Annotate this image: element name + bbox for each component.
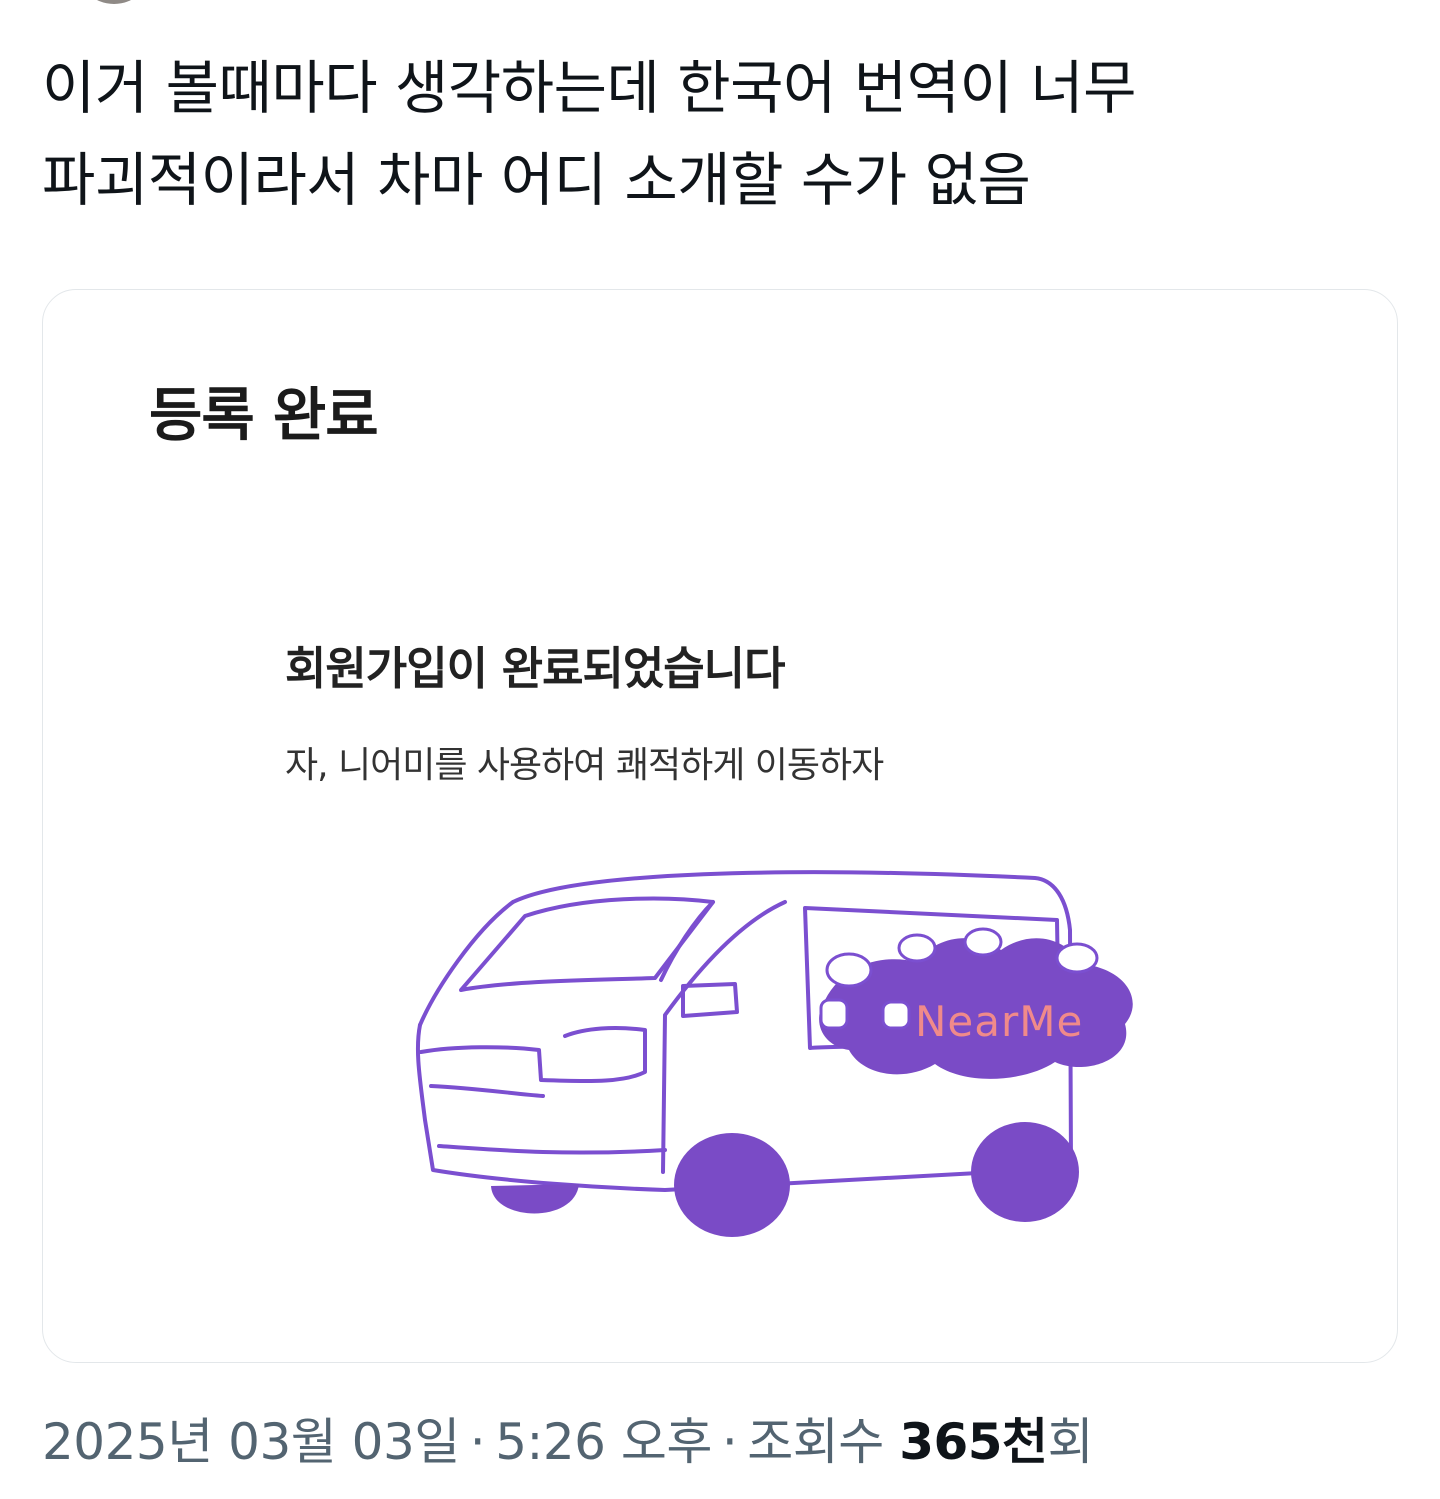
back-wheel bbox=[971, 1122, 1079, 1222]
registration-title: 등록 완료 bbox=[149, 381, 379, 449]
front-wheel bbox=[491, 1184, 579, 1214]
rear-wheel bbox=[674, 1133, 790, 1237]
signup-complete-heading: 회원가입이 완료되었습니다 bbox=[285, 642, 785, 695]
meta-separator: · bbox=[721, 1413, 738, 1471]
meta-separator: · bbox=[469, 1413, 486, 1471]
tweet-text: 이거 볼때마다 생각하는데 한국어 번역이 너무 파괴적이라서 차마 어디 소개… bbox=[42, 42, 1382, 226]
nearme-van-illustration: NearMe bbox=[415, 870, 1133, 1237]
post-time[interactable]: 5:26 오후 bbox=[495, 1413, 712, 1471]
character-hand bbox=[819, 998, 849, 1030]
tweet-text-line: 파괴적이라서 차마 어디 소개할 수가 없음 bbox=[42, 146, 1031, 214]
nearme-logo-text: NearMe bbox=[915, 997, 1083, 1046]
signup-complete-subtext: 자, 니어미를 사용하여 쾌적하게 이동하자 bbox=[285, 745, 884, 786]
views-suffix: 회 bbox=[1047, 1413, 1094, 1471]
views-label: 조회수 bbox=[747, 1413, 884, 1471]
avatar[interactable] bbox=[76, 0, 152, 4]
character-head bbox=[1055, 942, 1099, 974]
character-head bbox=[897, 933, 937, 963]
post-date[interactable]: 2025년 03월 03일 bbox=[42, 1413, 460, 1471]
tweet-text-line: 이거 볼때마다 생각하는데 한국어 번역이 너무 bbox=[42, 54, 1137, 122]
views-count: 365천 bbox=[899, 1413, 1048, 1471]
character-head bbox=[825, 952, 873, 988]
character-hand bbox=[881, 1000, 911, 1030]
media-image-card[interactable]: 등록 완료 회원가입이 완료되었습니다 자, 니어미를 사용하여 쾌적하게 이동… bbox=[42, 289, 1398, 1363]
character-head bbox=[963, 927, 1003, 957]
tweet-meta: 2025년 03월 03일 · 5:26 오후 · 조회수 365천회 bbox=[42, 1412, 1094, 1472]
